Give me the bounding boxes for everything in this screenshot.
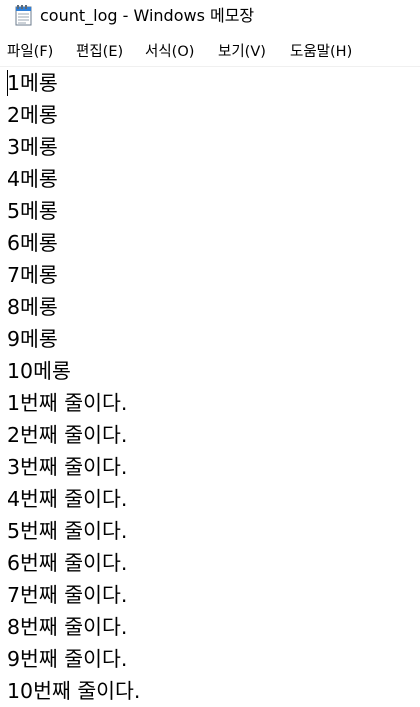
notepad-window: count_log - Windows 메모장 파일(F) 편집(E) 서식(O… [0, 0, 420, 707]
notepad-icon[interactable] [13, 4, 35, 26]
menu-bar: 파일(F) 편집(E) 서식(O) 보기(V) 도움말(H) [0, 36, 420, 66]
editor-line[interactable]: 6번째 줄이다. [7, 547, 127, 579]
menu-format[interactable]: 서식(O) [145, 42, 194, 62]
editor-line[interactable]: 5번째 줄이다. [7, 515, 127, 547]
editor-line[interactable]: 7번째 줄이다. [7, 579, 127, 611]
editor-line[interactable]: 10메롱 [7, 355, 71, 387]
editor-line[interactable]: 1번째 줄이다. [7, 387, 127, 419]
editor-line[interactable]: 4메롱 [7, 163, 58, 195]
menu-view[interactable]: 보기(V) [218, 42, 266, 62]
menu-help[interactable]: 도움말(H) [290, 42, 352, 62]
menu-file[interactable]: 파일(F) [7, 42, 53, 62]
editor-line[interactable]: 6메롱 [7, 227, 58, 259]
editor-line[interactable]: 7메롱 [7, 259, 58, 291]
editor-line[interactable]: 8번째 줄이다. [7, 611, 127, 643]
menu-edit[interactable]: 편집(E) [76, 42, 123, 62]
editor-line[interactable]: 3번째 줄이다. [7, 451, 127, 483]
window-title: count_log - Windows 메모장 [40, 6, 255, 25]
editor-line[interactable]: 5메롱 [7, 195, 58, 227]
text-editor[interactable]: 1메롱 2메롱 3메롱 4메롱 5메롱 6메롱 7메롱 8메롱 9메롱 10메롱… [0, 67, 420, 707]
editor-line[interactable]: 8메롱 [7, 291, 58, 323]
editor-line[interactable]: 9메롱 [7, 323, 58, 355]
editor-line[interactable]: 2번째 줄이다. [7, 419, 127, 451]
editor-line[interactable]: 4번째 줄이다. [7, 483, 127, 515]
editor-line[interactable]: 3메롱 [7, 131, 58, 163]
editor-line[interactable]: 9번째 줄이다. [7, 643, 127, 675]
editor-line[interactable]: 1메롱 [7, 67, 58, 99]
editor-line[interactable]: 10번째 줄이다. [7, 675, 140, 707]
editor-line[interactable]: 2메롱 [7, 99, 58, 131]
title-bar[interactable]: count_log - Windows 메모장 [0, 0, 420, 33]
